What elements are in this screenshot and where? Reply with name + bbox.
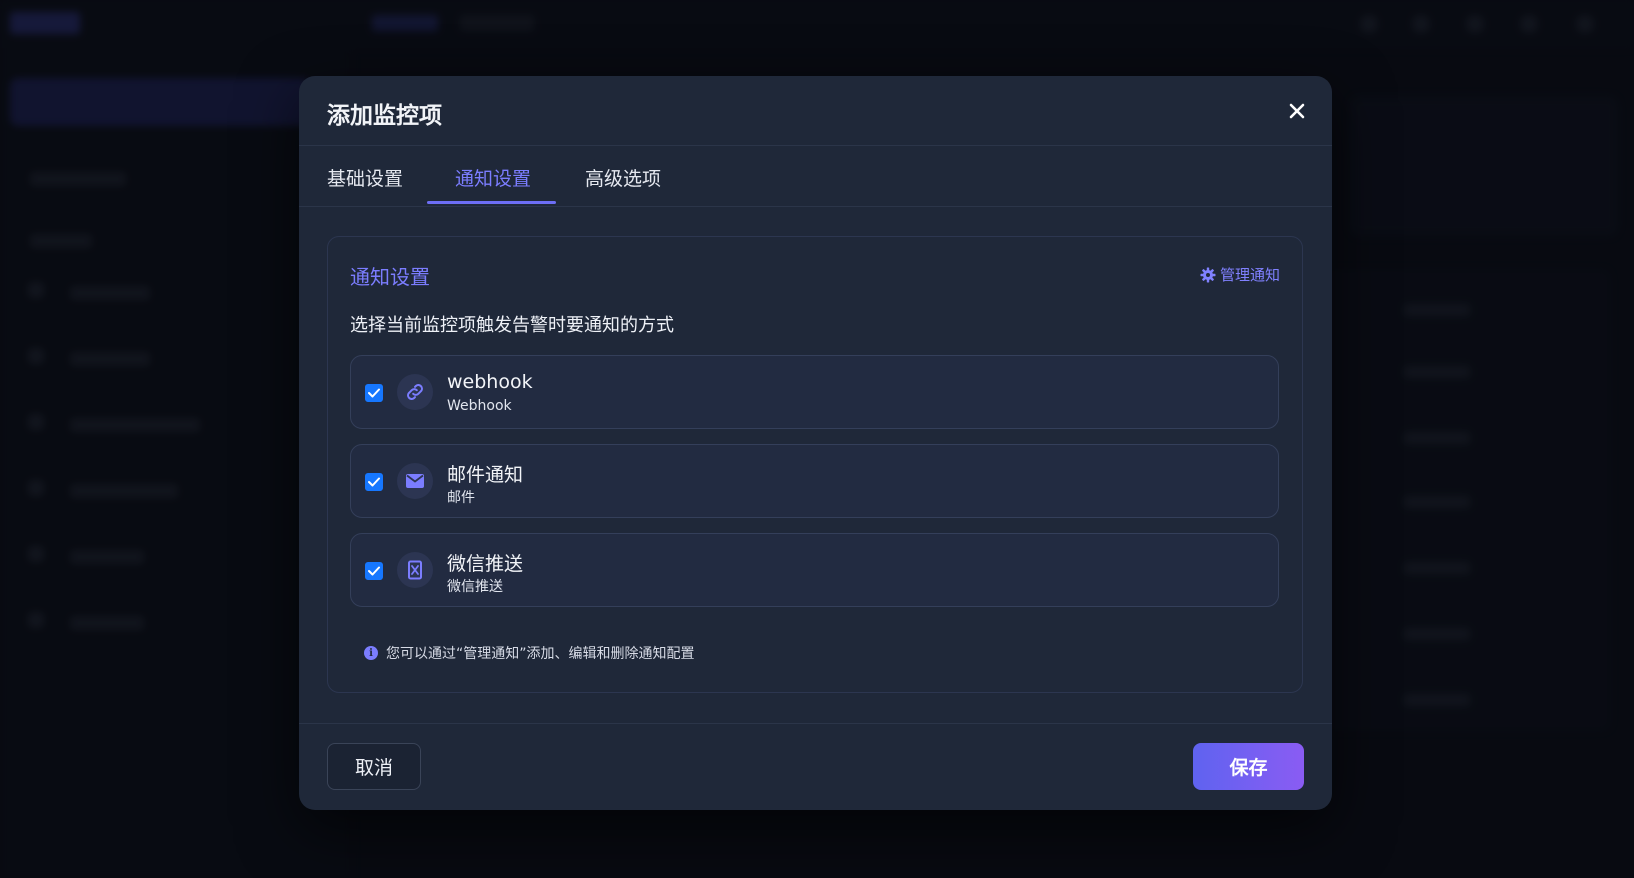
cancel-button[interactable]: 取消 bbox=[327, 743, 421, 790]
footer-divider bbox=[299, 723, 1332, 724]
checkmark-icon bbox=[368, 477, 380, 487]
manage-notifications-label: 管理通知 bbox=[1219, 266, 1280, 284]
notification-name: 邮件通知 bbox=[447, 464, 524, 486]
email-checkbox[interactable] bbox=[365, 473, 383, 491]
add-monitor-dialog: 添加监控项 基础设置 通知设置 高级选项 通知设置 管理通知 选择当前监控项触发… bbox=[299, 76, 1332, 810]
tab-basic-settings[interactable]: 基础设置 bbox=[327, 164, 403, 194]
dialog-header: 添加监控项 bbox=[299, 76, 1332, 146]
gear-icon bbox=[1200, 267, 1216, 282]
notification-name: webhook bbox=[447, 371, 533, 393]
active-tab-indicator bbox=[427, 201, 556, 204]
hint-label: 您可以通过“管理通知”添加、编辑和删除通知配置 bbox=[386, 646, 695, 662]
checkmark-icon bbox=[368, 566, 380, 576]
section-title: 通知设置 bbox=[350, 265, 430, 289]
wechat-icon bbox=[397, 552, 433, 588]
notification-item-wechat[interactable]: 微信推送 微信推送 bbox=[350, 533, 1279, 607]
envelope-icon bbox=[397, 463, 433, 499]
notification-item-email[interactable]: 邮件通知 邮件 bbox=[350, 444, 1279, 518]
tab-advanced-options[interactable]: 高级选项 bbox=[585, 164, 661, 194]
dialog-title: 添加监控项 bbox=[327, 103, 442, 129]
hint-text: i 您可以通过“管理通知”添加、编辑和删除通知配置 bbox=[364, 643, 695, 663]
notification-item-webhook[interactable]: webhook Webhook bbox=[350, 355, 1279, 429]
save-button[interactable]: 保存 bbox=[1193, 743, 1304, 790]
close-button[interactable] bbox=[1284, 98, 1310, 124]
info-icon: i bbox=[364, 646, 378, 660]
tab-notification-settings[interactable]: 通知设置 bbox=[455, 164, 531, 194]
notification-name: 微信推送 bbox=[447, 553, 524, 575]
notification-type: 微信推送 bbox=[447, 579, 503, 595]
tabs-divider bbox=[299, 206, 1332, 207]
notification-type: Webhook bbox=[447, 398, 512, 414]
webhook-checkbox[interactable] bbox=[365, 384, 383, 402]
notification-type: 邮件 bbox=[447, 490, 475, 506]
wechat-checkbox[interactable] bbox=[365, 562, 383, 580]
close-icon bbox=[1289, 103, 1305, 119]
manage-notifications-link[interactable]: 管理通知 bbox=[1200, 264, 1280, 285]
section-description: 选择当前监控项触发告警时要通知的方式 bbox=[350, 315, 674, 336]
checkmark-icon bbox=[368, 388, 380, 398]
link-icon bbox=[397, 374, 433, 410]
notification-settings-card: 通知设置 管理通知 选择当前监控项触发告警时要通知的方式 webhook Web… bbox=[327, 236, 1303, 693]
